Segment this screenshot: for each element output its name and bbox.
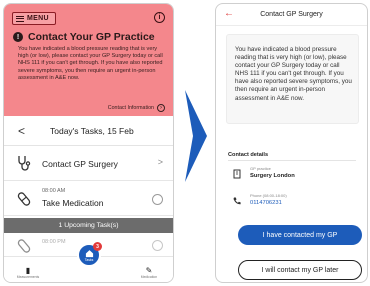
arrow-right-circle-icon: › (157, 104, 165, 112)
chevron-right-icon: > (157, 157, 163, 167)
contact-gp-later-button[interactable]: I will contact my GP later (238, 260, 362, 280)
contact-gp-header: ← Contact GP Surgery (216, 4, 367, 26)
page-title: Contact GP Surgery (260, 11, 323, 18)
alert-title: Contact Your GP Practice (28, 31, 155, 43)
task-label: Contact GP Surgery (42, 159, 118, 169)
gp-phone-row: Phone (08:00-18:00) 0114706231 (228, 192, 356, 212)
back-chevron-icon[interactable]: < (18, 124, 25, 138)
stage: MENU i ! Contact Your GP Practice You ha… (0, 0, 370, 286)
pill-icon (17, 239, 31, 253)
pill-icon (17, 192, 31, 206)
stethoscope-icon (18, 156, 31, 171)
menu-button[interactable]: MENU (12, 12, 56, 25)
gp-alert-banner: MENU i ! Contact Your GP Practice You ha… (4, 4, 173, 116)
task-time: 08:00 PM (42, 239, 66, 245)
clipboard-icon: ▮ (25, 266, 31, 275)
advice-text: You have indicated a blood pressure read… (235, 46, 352, 102)
task-take-medication[interactable]: 08:00 AM Take Medication (4, 182, 173, 216)
practice-name: Surgery London (250, 173, 295, 179)
nav-caption: Medication (140, 275, 158, 279)
alert-title-row: ! Contact Your GP Practice (13, 31, 155, 43)
nav-tasks-button[interactable]: Tasks 3 (77, 242, 102, 267)
contact-information-link[interactable]: Contact Information › (108, 104, 165, 112)
pen-icon: ✎ (145, 266, 153, 275)
advice-card: You have indicated a blood pressure read… (226, 34, 359, 124)
upcoming-tasks-bar[interactable]: 1 Upcoming Task(s) (4, 218, 173, 233)
notification-badge: 3 (93, 242, 102, 251)
task-contact-gp[interactable]: Contact GP Surgery > (4, 147, 173, 181)
info-icon[interactable]: i (154, 12, 165, 23)
tasks-screen: MENU i ! Contact Your GP Practice You ha… (3, 3, 174, 283)
phone-icon (233, 197, 241, 205)
contact-gp-screen: ← Contact GP Surgery You have indicated … (215, 3, 368, 283)
task-complete-radio (152, 240, 163, 251)
phone-label: Phone (08:00-18:00) (250, 193, 287, 198)
hamburger-icon (16, 15, 24, 22)
gp-practice-row: GP practice Surgery London (228, 165, 356, 185)
building-icon (233, 169, 241, 179)
tasks-header: < Today's Tasks, 15 Feb (4, 118, 173, 146)
nav-caption: Measurements (16, 275, 40, 279)
menu-label: MENU (27, 15, 49, 22)
divider (228, 160, 356, 161)
tasks-date: Today's Tasks, 15 Feb (50, 126, 134, 136)
phone-number-link[interactable]: 0114706231 (250, 200, 282, 206)
contact-information-label: Contact Information (107, 105, 154, 111)
warning-icon: ! (13, 32, 23, 42)
contact-details-heading: Contact details (228, 152, 269, 158)
task-complete-radio[interactable] (152, 194, 163, 205)
task-label: Take Medication (42, 198, 104, 208)
nav-caption: Tasks (84, 257, 94, 262)
task-time: 08:00 AM (42, 188, 66, 194)
alert-body: You have indicated a blood pressure read… (18, 46, 163, 81)
chevron-right-icon (185, 90, 207, 182)
contacted-gp-button[interactable]: I have contacted my GP (238, 225, 362, 245)
home-icon (85, 249, 93, 257)
bottom-nav: ▮ Measurements Tasks 3 ✎ Medication (4, 242, 173, 282)
nav-measurements[interactable]: ▮ Measurements (8, 266, 48, 279)
practice-label: GP practice (250, 166, 271, 171)
nav-medication[interactable]: ✎ Medication (129, 266, 169, 279)
